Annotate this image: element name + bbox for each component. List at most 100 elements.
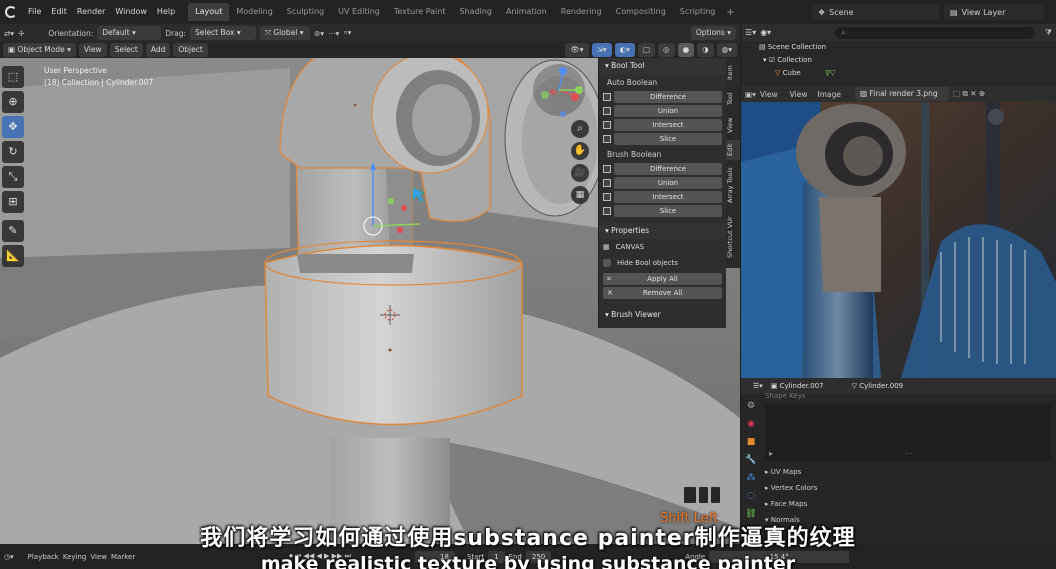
proportional-edit-icon[interactable]: ⊚▾ — [314, 29, 324, 38]
outliner-row-scene-collection[interactable]: ▤ Scene Collection — [741, 41, 1056, 54]
image-view-menu-2[interactable]: View — [790, 90, 808, 99]
scale-tool-icon[interactable]: ⤡ — [2, 166, 24, 188]
editor-type-icon[interactable]: ⇄▾ — [4, 29, 14, 38]
tab-rendering[interactable]: Rendering — [554, 3, 609, 21]
cursor-tool-icon[interactable]: ⊕ — [2, 91, 24, 113]
physics-tab-icon[interactable]: ◌ — [745, 490, 757, 502]
outliner-row-collection[interactable]: ▾ ☑ Collection — [741, 54, 1056, 67]
particles-tab-icon[interactable]: ⁂ — [745, 472, 757, 484]
navigation-gizmo[interactable]: ⌕ ✋ 🎥 ▦ — [507, 60, 597, 210]
brush-slice-button[interactable]: Slice — [614, 204, 722, 217]
render-tab-icon[interactable]: ◉ — [745, 418, 757, 430]
hide-bool-checkbox[interactable] — [603, 259, 611, 267]
tab-item[interactable]: Item — [726, 62, 740, 84]
vertex-colors-section[interactable]: ▸ Vertex Colors — [765, 484, 817, 492]
tab-array-tools[interactable]: Array Tools — [726, 164, 740, 206]
add-workspace-icon[interactable]: + — [722, 7, 738, 18]
tab-texture-paint[interactable]: Texture Paint — [387, 3, 453, 21]
image-menu[interactable]: Image — [817, 90, 841, 99]
properties-editor-icon[interactable]: ☰▾ — [753, 382, 763, 390]
brush-intersect-button[interactable]: Intersect — [614, 190, 722, 203]
menu-view[interactable]: View — [78, 43, 107, 57]
outliner-search-input[interactable]: ⌕ — [835, 26, 1035, 39]
display-mode-icon[interactable]: ◉▾ — [760, 28, 771, 37]
menu-add[interactable]: Add — [145, 43, 171, 57]
face-maps-section[interactable]: ▸ Face Maps — [765, 500, 807, 508]
mesh-data-name[interactable]: ▽ Cylinder.009 — [852, 382, 904, 390]
view-layer-selector[interactable]: ▤ View Layer — [944, 4, 1044, 20]
zoom-icon[interactable]: ⌕ — [571, 120, 589, 138]
gizmo-toggle-icon[interactable]: ⇲▾ — [591, 43, 612, 57]
tab-uv-editing[interactable]: UV Editing — [331, 3, 387, 21]
auto-union-button[interactable]: Union — [614, 104, 722, 117]
brush-viewer-header[interactable]: ▾ Brush Viewer — [599, 307, 726, 323]
uv-maps-section[interactable]: ▸ UV Maps — [765, 468, 801, 476]
render-preview[interactable] — [741, 102, 1056, 378]
object-name[interactable]: ▣ Cylinder.007 — [771, 382, 824, 390]
tab-view[interactable]: View — [726, 114, 740, 136]
shading-solid-icon[interactable]: ● — [677, 43, 695, 57]
tab-layout[interactable]: Layout — [188, 3, 230, 21]
properties-header[interactable]: ▾ Properties — [599, 223, 726, 239]
image-view-menu[interactable]: View — [760, 90, 778, 99]
menu-file[interactable]: File — [23, 0, 46, 24]
auto-difference-button[interactable]: Difference — [614, 90, 722, 103]
annotate-tool-icon[interactable]: ✎ — [2, 220, 24, 242]
tool-tab-icon[interactable]: ⚙ — [745, 400, 757, 412]
transform-tool-icon[interactable]: ⊞ — [2, 191, 24, 213]
filter-icon[interactable]: ⧩ — [1045, 28, 1052, 38]
options-dropdown[interactable]: Options ▾ — [690, 26, 736, 40]
tab-edit[interactable]: Edit — [726, 140, 740, 160]
tab-sculpting[interactable]: Sculpting — [280, 3, 331, 21]
shading-wireframe-icon[interactable]: ◎ — [658, 43, 675, 57]
transform-orientation-dropdown[interactable]: ⤧ Global ▾ — [259, 26, 310, 40]
scene-selector[interactable]: ❖ Scene — [812, 4, 938, 20]
menu-edit[interactable]: Edit — [46, 0, 72, 24]
shading-rendered-icon[interactable]: ◍▾ — [716, 43, 737, 57]
ortho-grid-icon[interactable]: ▦ — [571, 186, 589, 204]
auto-intersect-button[interactable]: Intersect — [614, 118, 722, 131]
tab-shortcut[interactable]: Shortcut VUr — [726, 210, 740, 264]
object-tab-icon[interactable]: ■ — [745, 436, 757, 448]
measure-tool-icon[interactable]: 📐 — [2, 245, 24, 267]
shape-keys-list[interactable]: ▸ ⋯ — [765, 404, 1051, 462]
tab-scripting[interactable]: Scripting — [673, 3, 723, 21]
blender-logo-icon[interactable] — [5, 6, 17, 18]
outliner-row-cube[interactable]: ▽ Cube ⚲▽ — [741, 67, 1056, 80]
menu-help[interactable]: Help — [152, 0, 180, 24]
orientation-dropdown[interactable]: Default ▾ — [97, 26, 162, 40]
move-tool-icon[interactable]: ✥ — [2, 116, 24, 138]
snap-toggle-icon[interactable]: ⸰▾ — [343, 28, 351, 38]
select-box-tool-icon[interactable]: ⬚ — [2, 66, 24, 88]
tab-tool[interactable]: Tool — [726, 88, 740, 110]
rotate-tool-icon[interactable]: ↻ — [2, 141, 24, 163]
tab-compositing[interactable]: Compositing — [609, 3, 673, 21]
remove-all-button[interactable]: ✕ Remove All — [603, 287, 722, 299]
tab-modeling[interactable]: Modeling — [229, 3, 279, 21]
list-expand-icon[interactable]: ▸ — [769, 449, 773, 458]
overlay-toggle-icon[interactable]: ◐▾ — [614, 43, 635, 57]
tab-shading[interactable]: Shading — [452, 3, 499, 21]
image-selector[interactable]: ▨ Final render 3.png — [854, 87, 949, 101]
menu-object[interactable]: Object — [173, 43, 208, 57]
brush-union-button[interactable]: Union — [614, 176, 722, 189]
image-editor-type-icon[interactable]: ▣▾ — [745, 90, 756, 99]
list-resize-icon[interactable]: ⋯ — [905, 449, 913, 458]
hide-bool-row[interactable]: Hide Bool objects — [603, 255, 722, 271]
apply-all-button[interactable]: ⌗ Apply All — [603, 273, 722, 285]
pan-hand-icon[interactable]: ✋ — [571, 142, 589, 160]
menu-select[interactable]: Select — [109, 43, 143, 57]
bool-tool-header[interactable]: ▾ Bool Tool — [599, 58, 726, 74]
constraints-tab-icon[interactable]: ⛓ — [745, 508, 757, 520]
mode-dropdown[interactable]: ▣ Object Mode ▾ — [3, 43, 76, 57]
image-slot-icons[interactable]: ⬚ ⧉ ✕ ⊕ — [953, 89, 985, 99]
xray-icon[interactable]: ▢ — [637, 43, 656, 57]
modifier-tab-icon[interactable]: 🔧 — [745, 454, 757, 466]
outliner-editor-icon[interactable]: ☰▾ — [745, 28, 756, 37]
menu-window[interactable]: Window — [110, 0, 152, 24]
brush-difference-button[interactable]: Difference — [614, 162, 722, 175]
drag-dropdown[interactable]: Select Box ▾ — [189, 26, 256, 40]
menu-render[interactable]: Render — [72, 0, 110, 24]
snap-icon[interactable]: ⋯▾ — [328, 29, 339, 38]
visibility-icon[interactable]: 👁▾ — [565, 43, 589, 57]
